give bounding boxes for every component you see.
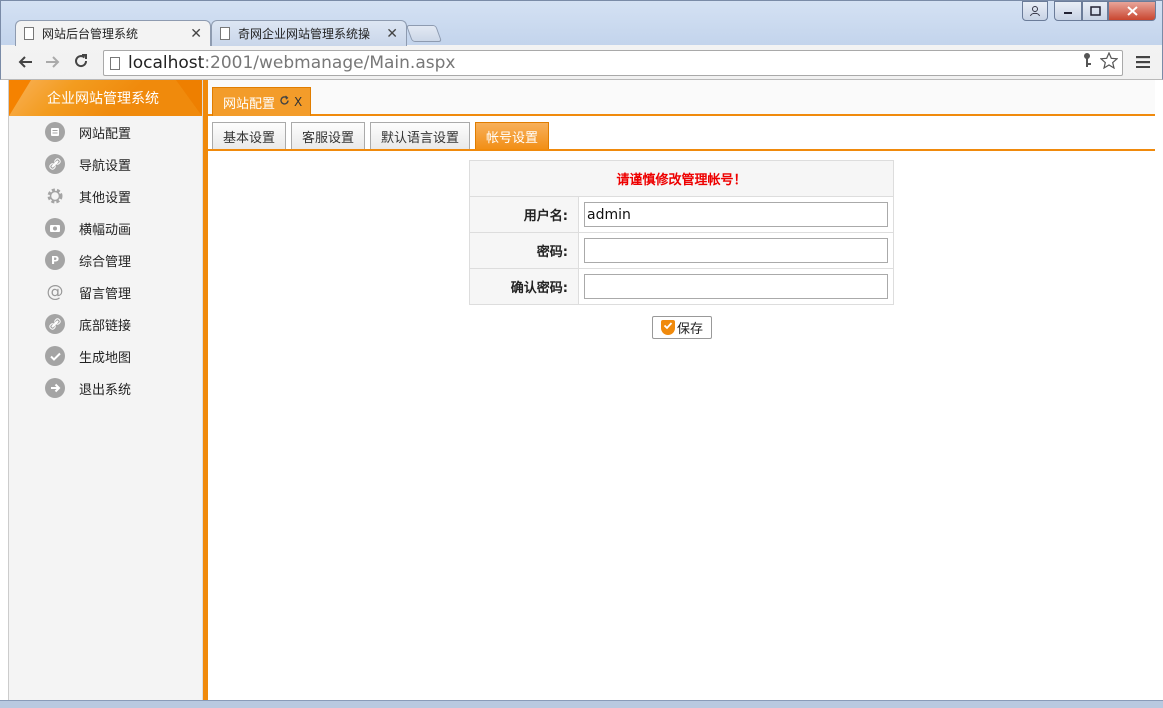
sidebar-item-logout[interactable]: 退出系统 <box>9 372 202 404</box>
browser-tab[interactable]: 奇网企业网站管理系统操 ✕ <box>211 20 407 46</box>
sidebar: 企业网站管理系统 网站配置 导航设置 其他设置 横幅动画 P 综合管理 @ 留言… <box>8 80 203 700</box>
confirm-password-input[interactable] <box>584 274 888 299</box>
sidebar-item-label: 导航设置 <box>79 158 132 174</box>
link-icon <box>45 154 65 174</box>
reload-icon[interactable] <box>67 53 95 74</box>
browser-tab-active[interactable]: 网站后台管理系统 ✕ <box>15 20 211 46</box>
maximize-button[interactable] <box>1082 1 1108 21</box>
username-label: 用户名: <box>469 196 579 233</box>
warning-message: 请谨慎修改管理帐号！ <box>469 160 894 197</box>
sidebar-item-label: 其他设置 <box>79 190 132 206</box>
sidebar-item-generate-sitemap[interactable]: 生成地图 <box>9 340 202 372</box>
close-icon[interactable]: ✕ <box>386 26 398 42</box>
tab-site-config[interactable]: 网站配置 X <box>212 87 312 116</box>
tab-title: 网站后台管理系统 <box>42 27 139 41</box>
page-icon <box>110 56 120 70</box>
navigation-bar: localhost:2001/webmanage/Main.aspx <box>1 46 1162 80</box>
page-icon <box>24 27 34 40</box>
sidebar-item-label: 生成地图 <box>79 350 132 366</box>
sidebar-item-general-management[interactable]: P 综合管理 <box>9 244 202 276</box>
tab-default-language-settings[interactable]: 默认语言设置 <box>370 122 471 149</box>
tab-account-settings[interactable]: 帐号设置 <box>475 122 550 149</box>
save-button[interactable]: 保存 <box>652 316 712 339</box>
window-controls <box>1022 1 1156 21</box>
sidebar-item-label: 网站配置 <box>79 126 132 142</box>
settings-subtabs: 基本设置 客服设置 默认语言设置 帐号设置 <box>208 116 1155 151</box>
account-form-table: 请谨慎修改管理帐号！ 用户名: 密码: 确认密码: <box>469 160 894 305</box>
app-title-text: 企业网站管理系统 <box>47 91 159 107</box>
admin-app: 企业网站管理系统 网站配置 导航设置 其他设置 横幅动画 P 综合管理 @ 留言… <box>0 80 1163 708</box>
address-bar-icons <box>1082 51 1122 74</box>
refresh-icon[interactable] <box>279 95 290 109</box>
password-input[interactable] <box>584 238 888 263</box>
tab-basic-settings[interactable]: 基本设置 <box>212 122 287 149</box>
back-arrow-icon[interactable] <box>11 53 39 74</box>
minimize-button[interactable] <box>1054 1 1082 21</box>
address-bar[interactable]: localhost:2001/webmanage/Main.aspx <box>103 50 1123 76</box>
app-title: 企业网站管理系统 <box>9 80 202 116</box>
sidebar-item-other-settings[interactable]: 其他设置 <box>9 180 202 212</box>
account-form: 请谨慎修改管理帐号！ 用户名: 密码: 确认密码: <box>469 160 894 339</box>
browser-chrome: 网站后台管理系统 ✕ 奇网企业网站管理系统操 ✕ localhost:2001… <box>0 0 1163 80</box>
username-input[interactable] <box>584 202 888 227</box>
sidebar-item-label: 退出系统 <box>79 382 132 398</box>
tab-label: 网站配置 <box>223 96 276 112</box>
url-path: :2001/webmanage/Main.aspx <box>204 53 456 73</box>
user-icon[interactable] <box>1022 1 1048 21</box>
sidebar-item-nav-settings[interactable]: 导航设置 <box>9 148 202 180</box>
close-icon[interactable]: ✕ <box>190 26 202 42</box>
list-icon <box>45 122 65 142</box>
sidebar-item-banner-animation[interactable]: 横幅动画 <box>9 212 202 244</box>
sidebar-item-message-management[interactable]: @ 留言管理 <box>9 276 202 308</box>
main-content: 网站配置 X 基本设置 客服设置 默认语言设置 帐号设置 请谨慎修改管理帐号！ … <box>208 80 1155 700</box>
hamburger-menu-icon[interactable] <box>1136 53 1150 73</box>
window-bottom-border <box>0 700 1163 708</box>
url-host: localhost <box>128 53 205 73</box>
sidebar-item-footer-links[interactable]: 底部链接 <box>9 308 202 340</box>
sidebar-item-label: 综合管理 <box>79 254 132 270</box>
close-icon[interactable]: X <box>294 95 302 109</box>
password-label: 密码: <box>469 232 579 269</box>
star-icon[interactable] <box>1099 51 1119 74</box>
forward-arrow-icon[interactable] <box>39 53 67 74</box>
tab-strip: 网站后台管理系统 ✕ 奇网企业网站管理系统操 ✕ <box>1 1 1162 46</box>
shield-check-icon <box>660 320 675 335</box>
camera-icon <box>45 218 65 238</box>
confirm-password-label: 确认密码: <box>469 268 579 305</box>
key-icon[interactable] <box>1082 52 1092 74</box>
at-icon: @ <box>46 282 64 302</box>
new-tab-button[interactable] <box>405 25 443 42</box>
open-tabs-bar: 网站配置 X <box>208 80 1155 116</box>
sidebar-item-site-config[interactable]: 网站配置 <box>9 116 202 148</box>
save-button-label: 保存 <box>676 322 703 337</box>
gear-icon <box>45 186 65 206</box>
window-close-button[interactable] <box>1108 1 1156 21</box>
sidebar-item-label: 横幅动画 <box>79 222 132 238</box>
arrow-right-icon <box>45 378 65 398</box>
sidebar-menu: 网站配置 导航设置 其他设置 横幅动画 P 综合管理 @ 留言管理 底部链接 生… <box>9 116 202 404</box>
link-icon <box>45 314 65 334</box>
check-icon <box>45 346 65 366</box>
p-icon: P <box>45 250 65 270</box>
page-icon <box>220 27 230 40</box>
sidebar-item-label: 留言管理 <box>79 286 132 302</box>
tab-title: 奇网企业网站管理系统操 <box>238 27 371 41</box>
sidebar-item-label: 底部链接 <box>79 318 132 334</box>
tab-customer-service-settings[interactable]: 客服设置 <box>291 122 366 149</box>
